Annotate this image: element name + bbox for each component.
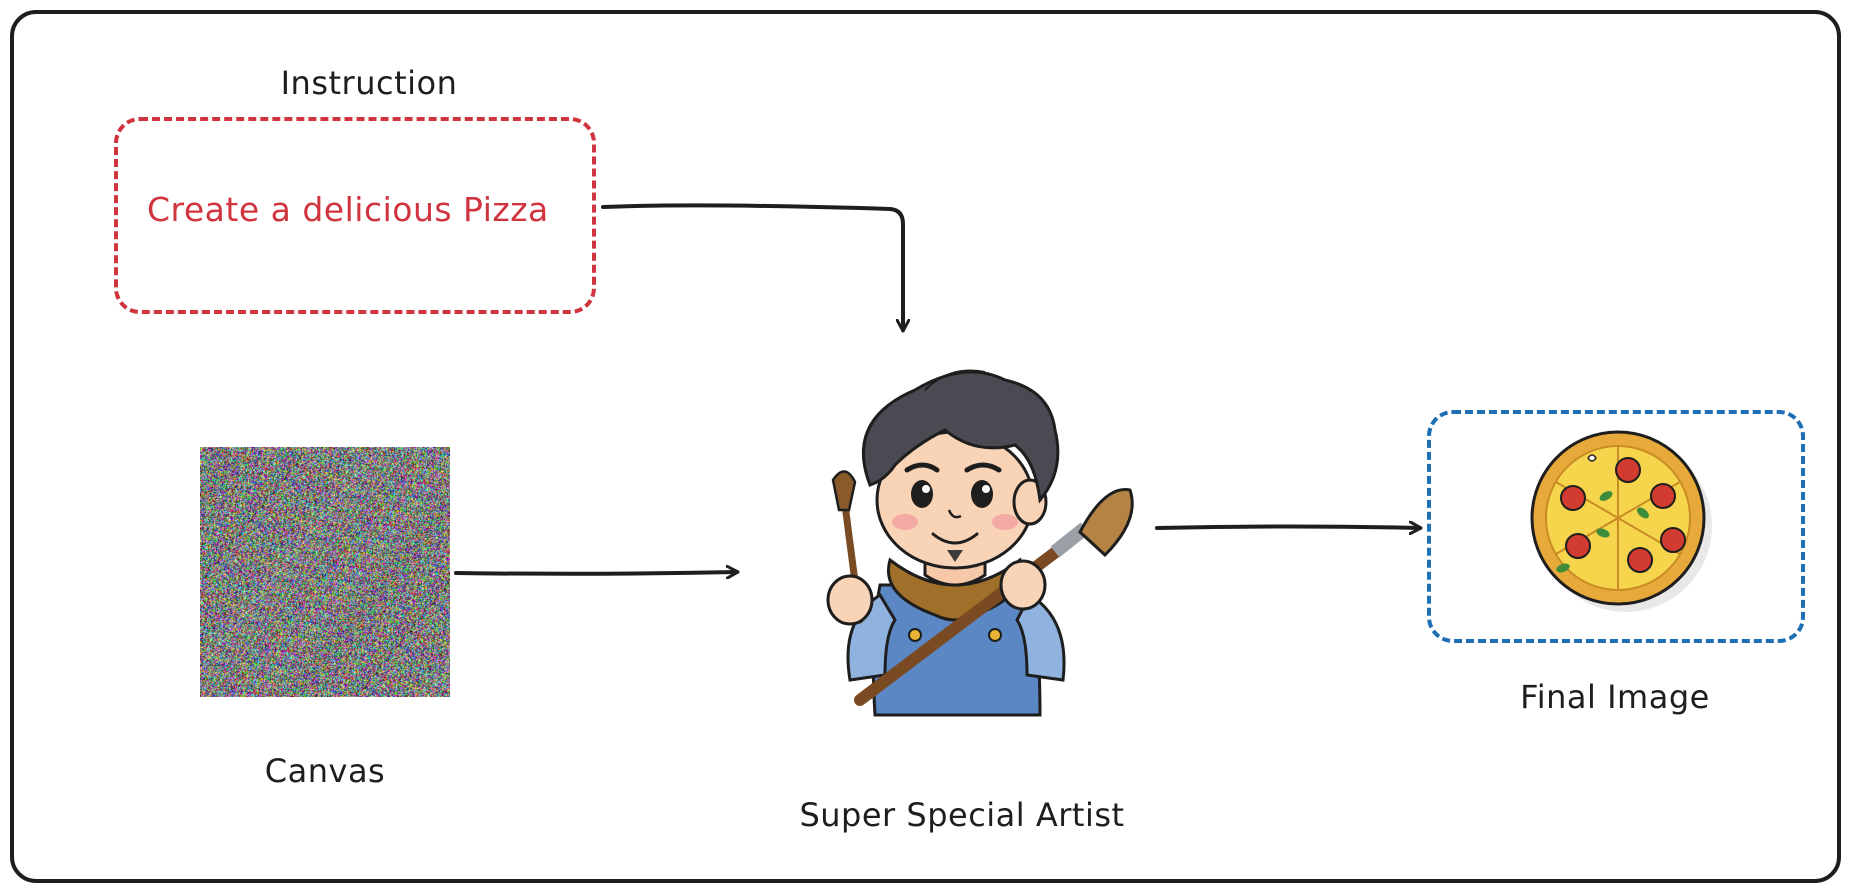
artist-icon	[826, 369, 1134, 717]
diagram-graphics	[454, 203, 1712, 717]
instruction-to-artist-arrow	[601, 203, 903, 330]
artist-to-final-arrow	[1155, 527, 1420, 529]
canvas-to-artist-arrow	[454, 572, 737, 574]
pizza-icon	[1530, 430, 1712, 612]
